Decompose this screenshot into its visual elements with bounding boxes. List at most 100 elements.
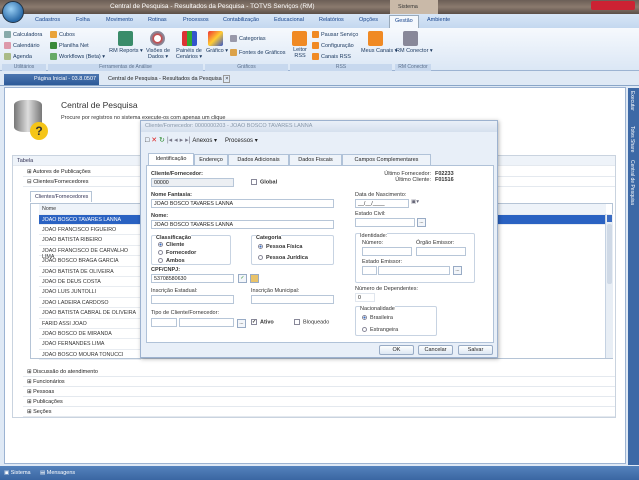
next-record-icon[interactable]: ▸	[180, 137, 184, 144]
subtab-clientes-fornecedores[interactable]: Clientes/Fornecedores	[30, 191, 92, 202]
first-record-icon[interactable]: |◂	[167, 137, 172, 144]
context-tab-sistema[interactable]: Sistema	[390, 0, 438, 14]
radio[interactable]	[362, 327, 367, 333]
tab-dados-fiscais[interactable]: Dados Fiscais	[289, 154, 342, 165]
orgao-emissor-field[interactable]	[416, 247, 466, 256]
pausar-servico-button[interactable]: Pausar Serviço	[312, 31, 358, 38]
processos-button[interactable]: Processos ▾	[225, 138, 258, 144]
estado-emissor-code[interactable]	[362, 266, 377, 275]
vertical-scrollbar[interactable]	[605, 214, 613, 358]
insc-municipal-field[interactable]	[251, 295, 334, 304]
group-row[interactable]: ⊞ Discussão do atendimento	[23, 367, 615, 377]
tab-opcoes[interactable]: Opções	[359, 17, 378, 23]
client-row[interactable]: JOAO BATISTA DE OLIVEIRA	[39, 267, 141, 277]
estado-emissor-lookup-button[interactable]: ...	[453, 266, 462, 275]
planilha-net-button[interactable]: Planilha Net	[50, 42, 89, 49]
radio-brasileira[interactable]: Brasileira	[362, 315, 393, 321]
radio[interactable]	[258, 244, 263, 250]
client-row[interactable]: JOAO FRANCISCO DE CARVALHO LIMA	[39, 246, 141, 260]
tab-campos-complementares[interactable]: Campos Complementares	[342, 154, 431, 165]
checkbox[interactable]	[294, 319, 300, 325]
tab-contabilizacao[interactable]: Contabilização	[223, 17, 259, 23]
client-row[interactable]: JOAO LUIS JUNTOLLI	[39, 287, 141, 298]
last-record-icon[interactable]: ▸|	[185, 137, 190, 144]
radio[interactable]	[158, 258, 163, 264]
lookup-person-icon[interactable]	[250, 274, 259, 283]
client-row[interactable]: JOAO LADEIRA CARDOSO	[39, 298, 141, 309]
calculadora-button[interactable]: Calculadora	[4, 31, 42, 38]
nascimento-field[interactable]: __/__/____	[355, 199, 409, 208]
nome-field[interactable]: JOAO BOSCO TAVARES LANNA	[151, 220, 334, 229]
tab-folha[interactable]: Folha	[76, 17, 90, 23]
tab-processos[interactable]: Processos	[183, 17, 209, 23]
checkbox[interactable]: ✓	[251, 319, 257, 325]
radio-pessoa-fisica[interactable]: Pessoa Física	[258, 244, 302, 250]
client-row[interactable]: JOAO DE DEUS COSTA	[39, 277, 141, 288]
close-icon[interactable]: ×	[223, 75, 231, 83]
client-row[interactable]: JOAO FRANCISCO FIGUEIRO	[39, 225, 141, 236]
tipo-lookup-button[interactable]: ...	[237, 319, 246, 328]
tab-endereco[interactable]: Endereço	[194, 154, 228, 165]
radio-estrangeira[interactable]: Estrangeira	[362, 327, 398, 333]
status-mensagens[interactable]: ▤ Mensagens	[40, 470, 75, 476]
calendario-button[interactable]: Calendário	[4, 42, 40, 49]
cancel-button[interactable]: Cancelar	[418, 345, 453, 355]
tab-cadastros[interactable]: Cadastros	[35, 17, 60, 23]
global-checkbox[interactable]: Global	[251, 179, 277, 185]
dock-executar[interactable]: Executar	[629, 91, 635, 111]
visoes-de-dados-button[interactable]: Visões de Dados ▾	[142, 48, 174, 60]
numero-field[interactable]	[362, 247, 412, 256]
group-row[interactable]: ⊞ Pessoas	[23, 387, 615, 397]
rm-conector-button[interactable]: RM Conector ▾	[396, 48, 433, 54]
dock-central-pesquisa[interactable]: Central de Pesquisa	[629, 160, 635, 205]
radio[interactable]	[258, 255, 263, 261]
radio-fornecedor[interactable]: Fornecedor	[158, 250, 196, 256]
group-row[interactable]: ⊞ Publicações	[23, 397, 615, 407]
scroll-up-button[interactable]	[607, 215, 612, 222]
tab-educacional[interactable]: Educacional	[274, 17, 304, 23]
group-row[interactable]: ⊞ Seções	[23, 407, 615, 417]
configuracao-button[interactable]: Configuração	[312, 42, 354, 49]
group-row[interactable]: ⊞ Funcionários	[23, 377, 615, 387]
client-row[interactable]: JOAO BOSCO BRAGA GARCIA	[39, 256, 141, 267]
radio[interactable]	[362, 315, 367, 321]
tab-ambiente[interactable]: Ambiente	[427, 17, 450, 23]
ok-button[interactable]: OK	[379, 345, 414, 355]
insc-estadual-field[interactable]	[151, 295, 234, 304]
grafico-button[interactable]: Gráfico ▾	[206, 48, 228, 54]
bloqueado-checkbox[interactable]: Bloqueado	[294, 319, 329, 325]
estado-civil-field[interactable]	[355, 218, 415, 227]
cubos-button[interactable]: Cubos	[50, 31, 75, 38]
scroll-thumb[interactable]	[607, 224, 612, 284]
rm-reports-button[interactable]: RM Reports ▾	[108, 48, 144, 54]
nome-fantasia-field[interactable]: JOAO BOSCO TAVARES LANNA	[151, 199, 334, 208]
radio[interactable]	[158, 250, 163, 256]
validate-check-icon[interactable]: ✓	[238, 274, 247, 283]
workflows-button[interactable]: Workflows (Beta) ▾	[50, 53, 105, 60]
tab-relatorios[interactable]: Relatórios	[319, 17, 344, 23]
tab-movimento[interactable]: Movimento	[106, 17, 133, 23]
fontes-de-graficos-button[interactable]: Fontes de Gráficos	[230, 49, 285, 56]
estado-civil-lookup-button[interactable]: ...	[417, 218, 426, 227]
leitor-rss-button[interactable]: Leitor RSS	[290, 47, 310, 59]
tab-identificacao[interactable]: Identificação	[148, 153, 194, 165]
radio-pessoa-juridica[interactable]: Pessoa Jurídica	[258, 255, 308, 261]
agenda-button[interactable]: Agenda	[4, 53, 32, 60]
new-icon[interactable]: □	[145, 137, 149, 144]
codigo-field[interactable]: 00000	[151, 178, 234, 187]
tipo-code-field[interactable]	[151, 318, 177, 327]
ativo-checkbox[interactable]: ✓ Ativo	[251, 319, 274, 325]
estado-emissor-field[interactable]	[378, 266, 450, 275]
tab-dados-adicionais[interactable]: Dados Adicionais	[228, 154, 289, 165]
client-row[interactable]: FARID ASSI JOAO	[39, 319, 141, 329]
delete-icon[interactable]: ✕	[151, 137, 157, 144]
refresh-icon[interactable]: ↻	[159, 137, 165, 144]
anexos-button[interactable]: Anexos ▾	[192, 138, 217, 144]
save-button[interactable]: Salvar	[458, 345, 493, 355]
radio-cliente[interactable]: Cliente	[158, 242, 184, 248]
window-controls[interactable]	[591, 1, 635, 10]
radio[interactable]	[158, 242, 163, 248]
tab-gestao[interactable]: Gestão	[389, 15, 419, 28]
doc-tab-pagina-inicial[interactable]: Página Inicial - 03.8.0507	[4, 74, 99, 85]
canais-rss-button[interactable]: Canais RSS	[312, 53, 351, 60]
